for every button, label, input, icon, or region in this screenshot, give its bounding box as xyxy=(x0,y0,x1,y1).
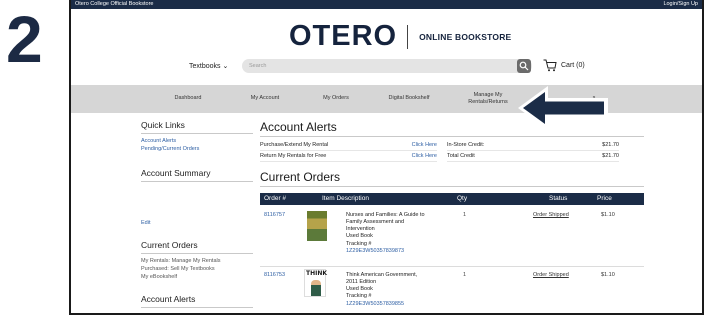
click-here-link[interactable]: Click Here xyxy=(412,151,437,161)
click-here-link[interactable]: Click Here xyxy=(412,140,437,150)
credit-row: Total Credit $21.70 xyxy=(447,151,619,162)
sidebar-item-ebookshelf[interactable]: My eBookshelf xyxy=(141,274,253,282)
step-number: 2 xyxy=(6,2,43,76)
order-number-link[interactable]: 8116753 xyxy=(264,272,285,278)
alert-row: Return My Rentals for Free Click Here xyxy=(260,151,437,162)
account-alerts-sidebar-title: Account Alerts xyxy=(141,294,253,308)
order-price: $1.10 xyxy=(601,212,615,218)
nav-manage-line1: Manage My xyxy=(473,91,503,98)
nav-my-account[interactable]: My Account xyxy=(240,85,290,113)
book-cover-image[interactable]: THINK xyxy=(304,269,328,297)
sidebar-item-rentals[interactable]: My Rentals: Manage My Rentals xyxy=(141,258,253,266)
order-qty: 1 xyxy=(463,272,467,278)
cart-label: Cart (0) xyxy=(561,62,585,69)
alert-row: Purchase/Extend My Rental Click Here xyxy=(260,140,437,151)
desc-line: Used Book xyxy=(346,286,373,293)
sidebar: Quick Links Account Alerts Pending/Curre… xyxy=(141,120,253,312)
search-input[interactable]: Search xyxy=(242,59,532,73)
current-orders-heading: Current Orders xyxy=(260,170,644,187)
brand-name: OTERO xyxy=(289,20,398,52)
nav-manage-line2: Rentals/Returns xyxy=(468,99,508,105)
orders-table-header: Order # Item Description Qty Status Pric… xyxy=(260,193,644,205)
alert-label: Purchase/Extend My Rental xyxy=(260,142,329,148)
tutorial-step: 2 Otero College Official Bookstore Login… xyxy=(0,0,704,315)
login-link[interactable]: Login/Sign Up xyxy=(663,0,698,9)
chevron-down-icon: ⌄ xyxy=(222,63,229,70)
col-qty: Qty xyxy=(457,195,468,202)
col-status: Status xyxy=(549,195,568,202)
order-description: Think American Government, 2011 Edition … xyxy=(346,272,456,308)
account-summary-title: Account Summary xyxy=(141,168,253,182)
credit-row: In-Store Credit: $21.70 xyxy=(447,140,619,151)
nav-my-orders[interactable]: My Orders xyxy=(311,85,361,113)
col-order-number: Order # xyxy=(264,195,287,202)
textbooks-dropdown[interactable]: Textbooks ⌄ xyxy=(189,62,228,70)
order-description: Nurses and Families: A Guide to Family A… xyxy=(346,212,456,255)
quick-links-title: Quick Links xyxy=(141,120,253,134)
account-alerts-title: Account Alerts xyxy=(260,120,644,137)
book-cover-title: THINK xyxy=(306,270,328,277)
nav-digital-bookshelf[interactable]: Digital Bookshelf xyxy=(376,85,442,113)
credit-value: $21.70 xyxy=(602,142,619,148)
nav-manage-rentals[interactable]: Manage My Rentals/Returns xyxy=(458,85,518,113)
tracking-link[interactable]: 1Z29E3W50357839873 xyxy=(346,248,456,255)
search-icon xyxy=(519,61,529,71)
desc-line: Used Book xyxy=(346,233,373,240)
bookstore-screenshot: Otero College Official Bookstore Login/S… xyxy=(69,0,704,315)
cart-icon xyxy=(543,59,557,72)
sidebar-link-pending-orders[interactable]: Pending/Current Orders xyxy=(141,146,253,154)
search-button[interactable] xyxy=(517,59,531,73)
edit-link[interactable]: Edit xyxy=(141,220,253,228)
col-price: Price xyxy=(597,195,612,202)
brand-subtitle: ONLINE BOOKSTORE xyxy=(419,31,512,42)
orders-table-body: 8116757 Nurses and Families: A Guide to … xyxy=(260,205,644,313)
col-item-description: Item Description xyxy=(322,195,369,202)
tracking-link[interactable]: 1Z29E3W50357839855 xyxy=(346,301,456,308)
alerts-right: In-Store Credit: $21.70 Total Credit $21… xyxy=(447,140,619,162)
site-name: Otero College Official Bookstore xyxy=(75,1,154,7)
sidebar-link-account-alerts[interactable]: Account Alerts xyxy=(141,138,253,146)
desc-line: Family Assessment and xyxy=(346,219,405,226)
row-divider xyxy=(260,266,644,267)
desc-line: Nurses and Families: A Guide to xyxy=(346,212,425,218)
credit-label: Total Credit xyxy=(447,153,475,159)
top-bar: Otero College Official Bookstore Login/S… xyxy=(71,0,702,9)
order-qty: 1 xyxy=(463,212,467,218)
desc-line: Tracking # xyxy=(346,240,372,247)
desc-line: 2011 Edition xyxy=(346,279,377,286)
credit-label: In-Store Credit: xyxy=(447,142,485,148)
cart-link[interactable]: Cart (0) xyxy=(543,59,585,72)
current-orders-title: Current Orders xyxy=(141,240,253,254)
account-alerts-table: Purchase/Extend My Rental Click Here Ret… xyxy=(260,140,644,162)
alerts-left: Purchase/Extend My Rental Click Here Ret… xyxy=(260,140,437,162)
order-price: $1.10 xyxy=(601,272,615,278)
order-status-link[interactable]: Order Shipped xyxy=(533,212,569,218)
desc-line: Tracking # xyxy=(346,293,372,300)
main-content: Account Alerts Purchase/Extend My Rental… xyxy=(260,120,644,313)
order-number-link[interactable]: 8116757 xyxy=(264,212,285,218)
nav-dashboard[interactable]: Dashboard xyxy=(163,85,213,113)
book-cover-image[interactable] xyxy=(307,211,327,241)
textbooks-label: Textbooks xyxy=(189,63,221,70)
desc-line: Intervention xyxy=(346,226,375,233)
credit-value: $21.70 xyxy=(602,153,619,159)
order-status-link[interactable]: Order Shipped xyxy=(533,272,569,278)
site-logo[interactable]: OTERO ONLINE BOOKSTORE xyxy=(289,20,511,53)
alert-label: Return My Rentals for Free xyxy=(260,153,327,159)
sidebar-item-sell-textbooks[interactable]: Purchased: Sell My Textbooks xyxy=(141,266,253,274)
cover-figure xyxy=(311,280,321,296)
desc-line: Think American Government, xyxy=(346,272,418,278)
brand-divider xyxy=(407,24,409,49)
